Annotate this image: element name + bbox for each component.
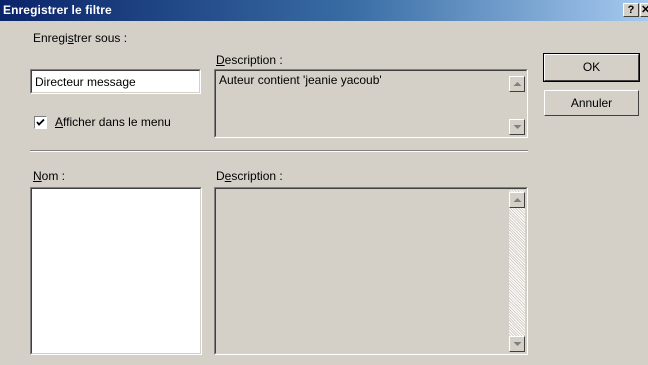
title-bar: Enregistrer le filtre ? ✕ bbox=[0, 0, 648, 21]
separator bbox=[30, 150, 528, 152]
description-textbox-top[interactable]: Auteur contient 'jeanie yacoub' bbox=[214, 69, 528, 138]
scroll-up-arrow-icon[interactable] bbox=[509, 192, 525, 208]
show-in-menu-label[interactable]: Afficher dans le menu bbox=[55, 115, 171, 129]
show-in-menu-checkbox[interactable] bbox=[34, 116, 47, 129]
save-as-value: Directeur message bbox=[35, 75, 136, 89]
cancel-button[interactable]: Annuler bbox=[544, 90, 639, 116]
scroll-up-arrow-icon[interactable] bbox=[509, 76, 525, 92]
description-label-bottom: Description : bbox=[216, 169, 283, 183]
save-as-label: Enregistrer sous : bbox=[33, 31, 128, 45]
checkmark-icon bbox=[36, 118, 45, 126]
ok-button[interactable]: OK bbox=[543, 53, 640, 82]
scroll-down-arrow-icon[interactable] bbox=[509, 336, 525, 352]
description-scrollbar-bottom[interactable] bbox=[509, 190, 525, 352]
close-icon[interactable]: ✕ bbox=[640, 3, 648, 17]
description-value-top: Auteur contient 'jeanie yacoub' bbox=[219, 73, 382, 87]
description-textbox-bottom[interactable] bbox=[214, 187, 528, 355]
description-scrollbar-top[interactable] bbox=[509, 72, 525, 135]
help-icon[interactable]: ? bbox=[623, 3, 639, 17]
save-as-input[interactable]: Directeur message bbox=[30, 69, 201, 94]
description-label-top: Description : bbox=[216, 53, 283, 67]
scroll-down-arrow-icon[interactable] bbox=[509, 119, 525, 135]
name-list[interactable] bbox=[30, 187, 202, 355]
window-title: Enregistrer le filtre bbox=[3, 3, 112, 17]
name-label: Nom : bbox=[33, 169, 66, 183]
